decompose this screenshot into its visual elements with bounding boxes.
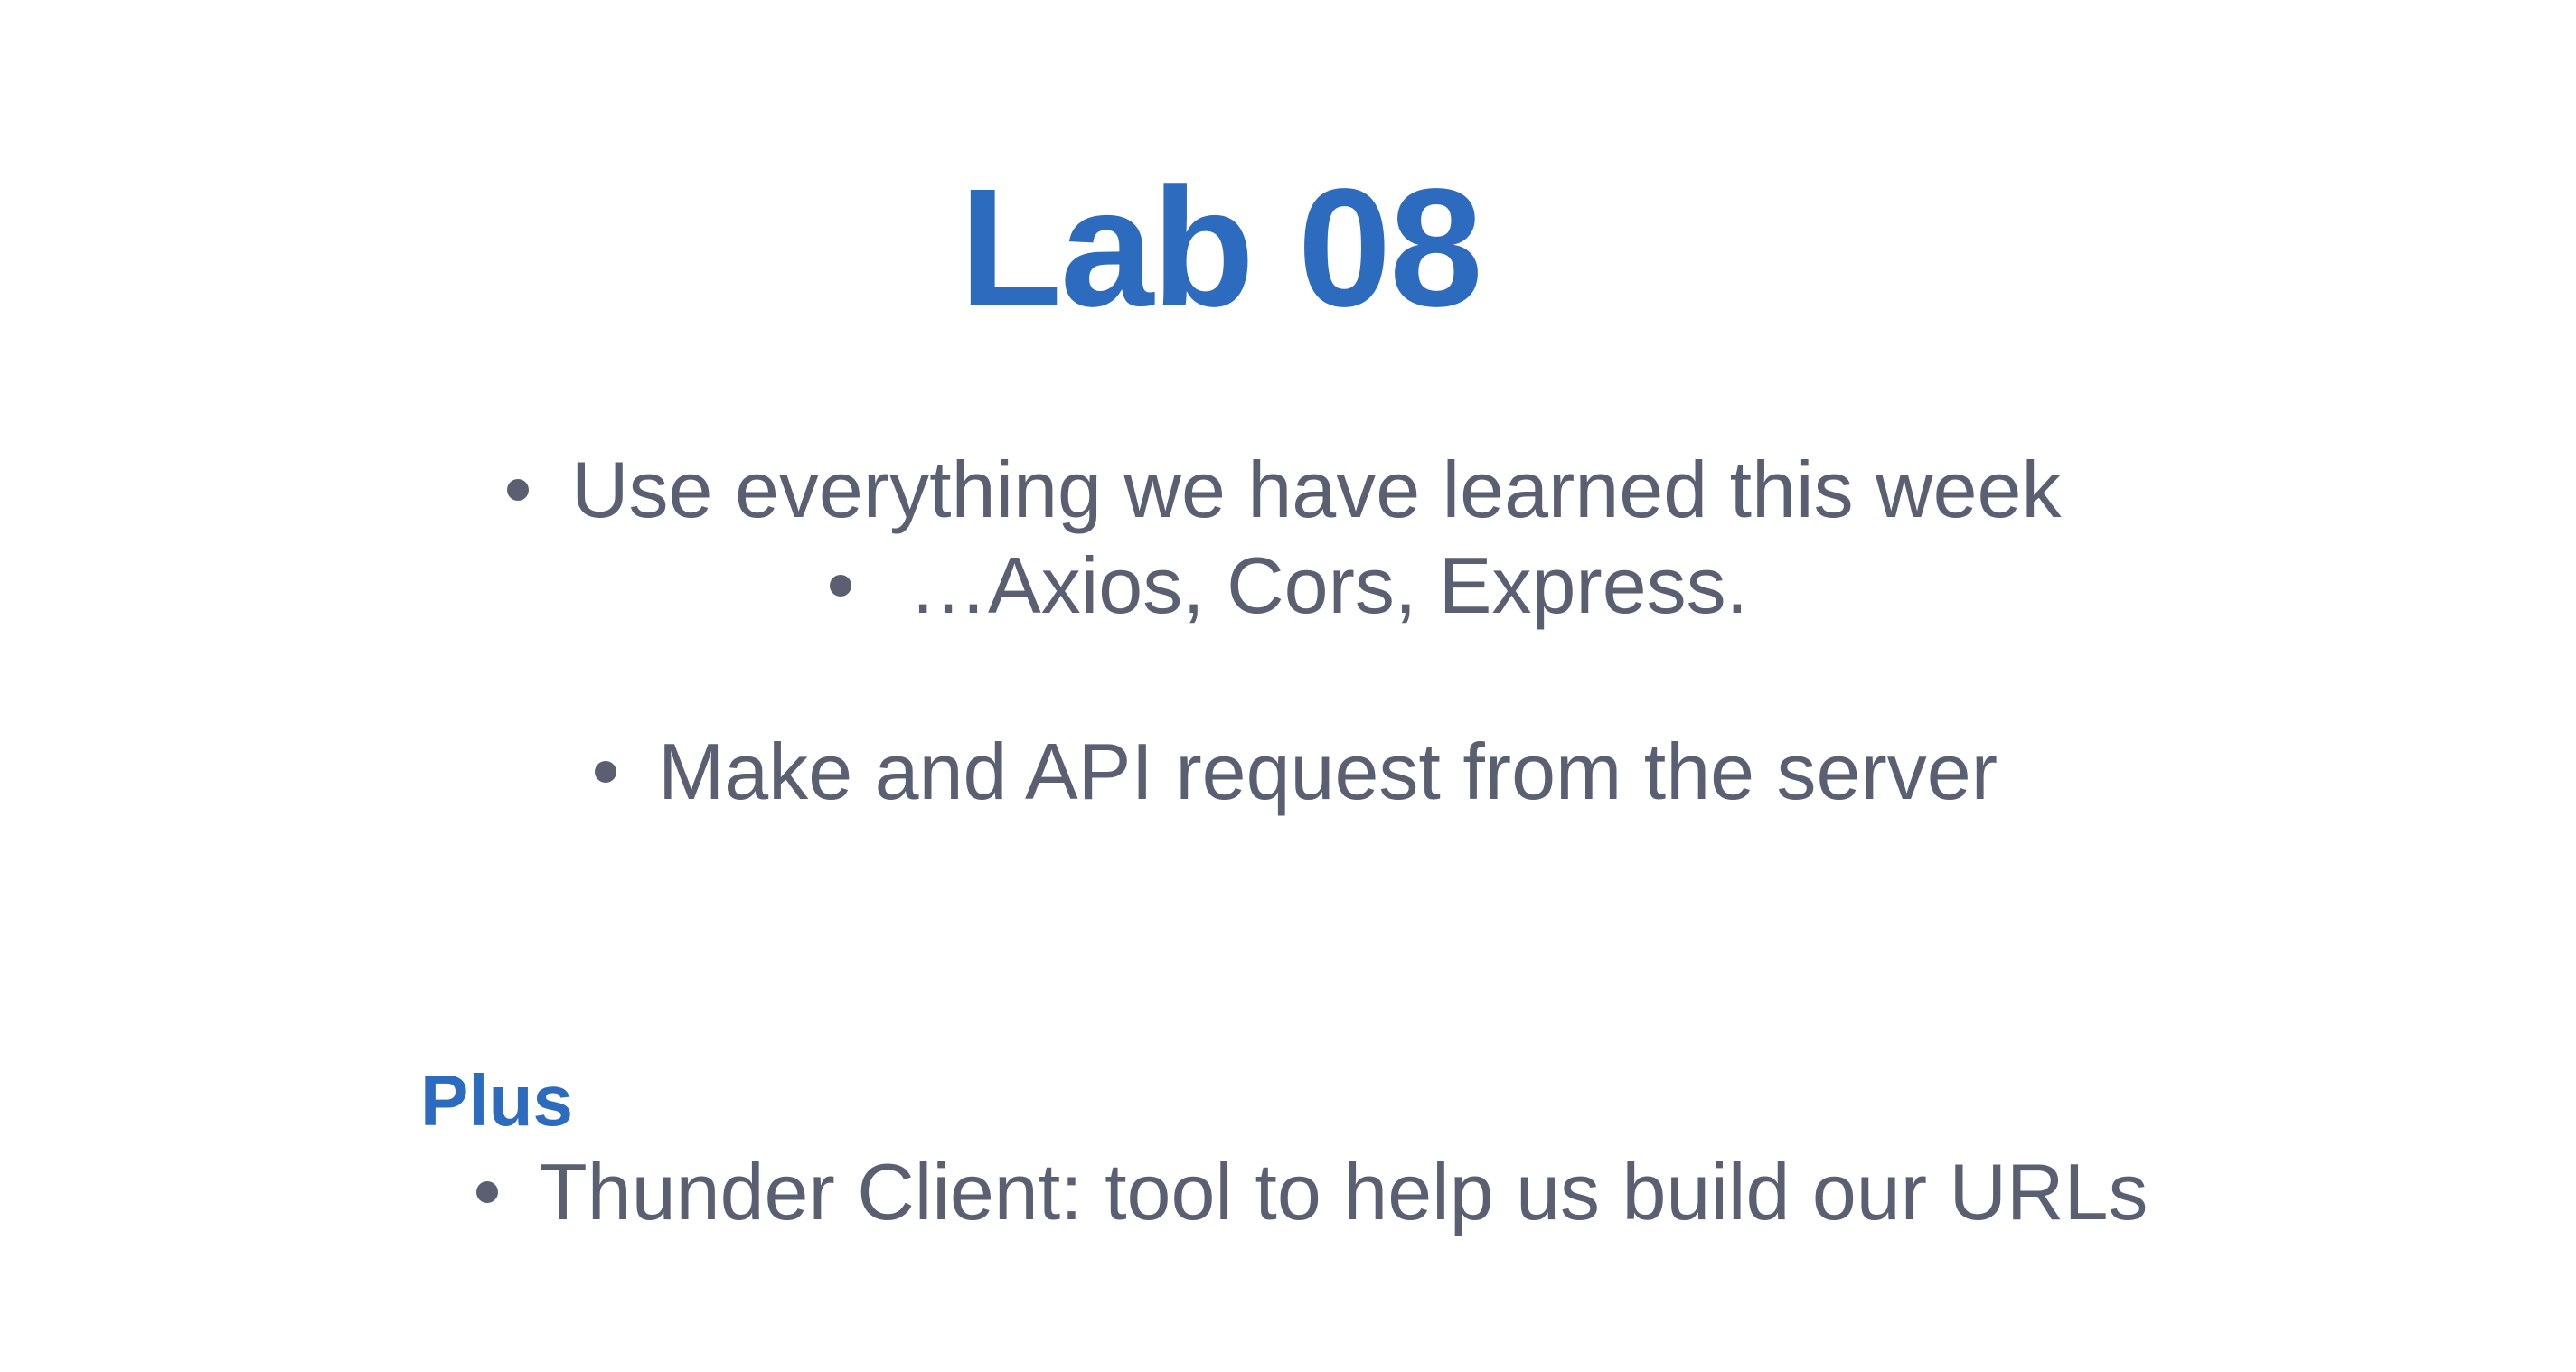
bullet-text: Use everything we have learned this week <box>571 445 2062 534</box>
bullet-dot <box>595 761 616 783</box>
bullet-dot <box>476 1181 498 1203</box>
bullet-text: …Axios, Cors, Express. <box>908 540 1749 630</box>
slide-title: Lab 08 <box>959 155 1482 342</box>
slide: Lab 08 Use everything we have learned th… <box>0 0 2576 1372</box>
bullet-dot <box>507 479 529 501</box>
bullet-text: Thunder Client: tool to help us build ou… <box>539 1147 2148 1236</box>
bullet-dot <box>830 575 851 597</box>
plus-heading: Plus <box>420 1060 573 1141</box>
bullet-text: Make and API request from the server <box>658 727 1998 816</box>
